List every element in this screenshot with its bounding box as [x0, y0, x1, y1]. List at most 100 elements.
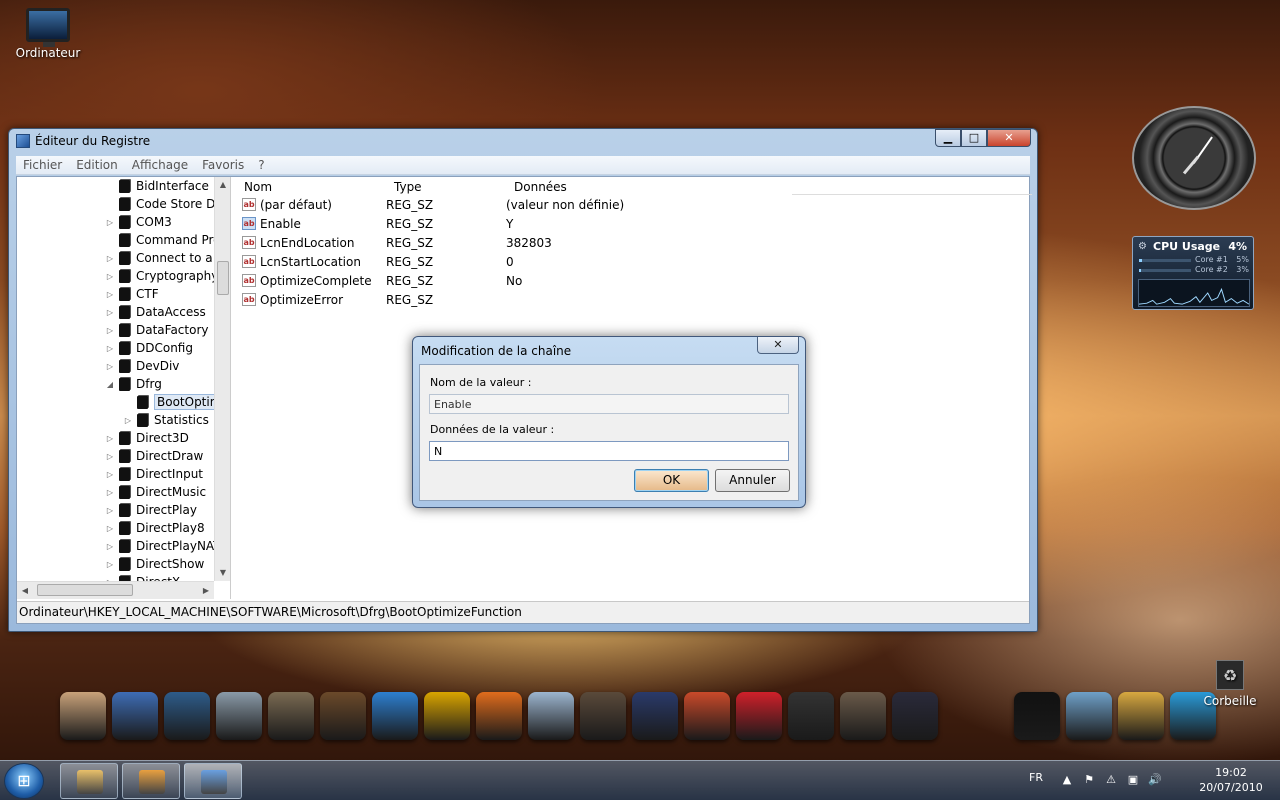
cat-app-icon[interactable]	[60, 692, 106, 740]
start-button[interactable]: ⊞	[4, 763, 44, 799]
clock-gadget[interactable]	[1132, 106, 1256, 210]
shuttle-icon[interactable]	[528, 692, 574, 740]
scroll-thumb-horizontal[interactable]	[37, 584, 133, 596]
expand-arrow-icon[interactable]: ▷	[105, 362, 115, 371]
taskbar-clock[interactable]: 19:02 20/07/2010	[1190, 765, 1272, 795]
menu-help[interactable]: ?	[251, 156, 271, 174]
value-row[interactable]: ab Enable REG_SZ Y	[236, 214, 836, 233]
value-row[interactable]: ab OptimizeError REG_SZ	[236, 290, 836, 309]
tree-item[interactable]: ▷ DirectShow	[105, 555, 204, 573]
photoshop-icon[interactable]	[632, 692, 678, 740]
expand-arrow-icon[interactable]: ▷	[105, 542, 115, 551]
tree-vertical-scrollbar[interactable]: ▲ ▼	[214, 177, 230, 581]
tree-item[interactable]: ▷DirectX	[105, 573, 180, 581]
tree-item[interactable]: ◢ Dfrg	[105, 375, 162, 393]
game-icon[interactable]	[580, 692, 626, 740]
expand-arrow-icon[interactable]: ▷	[123, 416, 133, 425]
firefox-mail-icon[interactable]	[476, 692, 522, 740]
tree-item[interactable]: ▷ COM3	[105, 213, 172, 231]
expand-arrow-icon[interactable]: ▷	[105, 254, 115, 263]
tree-item[interactable]: ▷ Connect to a N	[105, 249, 214, 267]
value-data-input[interactable]: N	[429, 441, 789, 461]
menu-edition[interactable]: Edition	[69, 156, 125, 174]
expand-arrow-icon[interactable]: ▷	[105, 326, 115, 335]
close-button[interactable]: ✕	[987, 129, 1031, 147]
tree-item[interactable]: ▷ Cryptography	[105, 267, 214, 285]
tree-item[interactable]: ▷ DataAccess	[105, 303, 206, 321]
mule-icon[interactable]	[320, 692, 366, 740]
expand-arrow-icon[interactable]: ▷	[105, 560, 115, 569]
scroll-left-arrow-icon[interactable]: ◀	[17, 583, 33, 599]
expand-arrow-icon[interactable]: ▷	[105, 218, 115, 227]
value-row[interactable]: ab (par défaut) REG_SZ (valeur non définie)	[236, 195, 836, 214]
expand-arrow-icon[interactable]: ▷	[105, 344, 115, 353]
tree-item[interactable]: Command Pro	[105, 231, 214, 249]
tools-icon[interactable]	[1118, 692, 1164, 740]
warning-icon[interactable]: ⚠	[1104, 773, 1118, 786]
desktop-icon-computer[interactable]: Ordinateur	[8, 8, 88, 60]
file-cabinet-icon[interactable]	[112, 692, 158, 740]
expand-arrow-icon[interactable]: ▷	[105, 272, 115, 281]
volume-icon[interactable]: 🔊	[1148, 773, 1162, 786]
tree-horizontal-scrollbar[interactable]: ◀ ▶	[17, 581, 214, 599]
cancel-button[interactable]: Annuler	[715, 469, 790, 492]
expand-arrow-icon[interactable]: ▷	[105, 290, 115, 299]
tree-item[interactable]: ▷ DirectMusic	[105, 483, 206, 501]
tree-item[interactable]: ▷ DevDiv	[105, 357, 179, 375]
scroll-up-arrow-icon[interactable]: ▲	[215, 177, 230, 193]
ok-button[interactable]: OK	[634, 469, 709, 492]
cd-icon[interactable]	[840, 692, 886, 740]
tree-item[interactable]: ▷ Direct3D	[105, 429, 189, 447]
k-icon[interactable]	[424, 692, 470, 740]
expand-arrow-icon[interactable]: ▷	[105, 434, 115, 443]
maximize-button[interactable]: □	[961, 129, 987, 147]
cpu-usage-gadget[interactable]: ⚙ CPU Usage 4% Core #1 5% Core #2 3%	[1132, 236, 1254, 310]
action-center-flag-icon[interactable]: ⚑	[1082, 773, 1096, 786]
menu-affichage[interactable]: Affichage	[125, 156, 195, 174]
photo-camera-icon[interactable]	[268, 692, 314, 740]
scroll-thumb[interactable]	[217, 261, 229, 295]
taskbar-button-regedit[interactable]	[184, 763, 242, 799]
tree-item[interactable]: ▷ Statistics	[123, 411, 209, 429]
value-row[interactable]: ab OptimizeComplete REG_SZ No	[236, 271, 836, 290]
scroll-down-arrow-icon[interactable]: ▼	[215, 565, 230, 581]
tree-item[interactable]: ▷ DirectPlay8	[105, 519, 205, 537]
expand-arrow-icon[interactable]: ▷	[105, 308, 115, 317]
messenger-icon[interactable]	[372, 692, 418, 740]
expand-arrow-icon[interactable]: ▷	[105, 488, 115, 497]
r-icon[interactable]	[892, 692, 938, 740]
tree-item[interactable]: BootOptim	[123, 393, 214, 411]
column-header-type[interactable]: Type	[386, 177, 506, 195]
value-row[interactable]: ab LcnStartLocation REG_SZ 0	[236, 252, 836, 271]
tree-item[interactable]: Code Store Dat	[105, 195, 214, 213]
desktop-icon-recycle-bin[interactable]: ♻ Corbeille	[1200, 660, 1260, 708]
media-player-icon[interactable]	[164, 692, 210, 740]
expand-arrow-icon[interactable]: ▷	[105, 524, 115, 533]
shield-icon[interactable]	[216, 692, 262, 740]
taskbar-button-explorer[interactable]	[60, 763, 118, 799]
show-hidden-icons-icon[interactable]: ▲	[1060, 773, 1074, 786]
language-indicator[interactable]: FR	[1029, 771, 1043, 784]
tree-item[interactable]: ▷ DDConfig	[105, 339, 193, 357]
menu-favoris[interactable]: Favoris	[195, 156, 251, 174]
minimize-button[interactable]: ▁	[935, 129, 961, 147]
network-icon[interactable]: ▣	[1126, 773, 1140, 786]
expand-arrow-icon[interactable]: ▷	[105, 452, 115, 461]
taskbar-button-media-player[interactable]	[122, 763, 180, 799]
expand-arrow-icon[interactable]: ▷	[105, 470, 115, 479]
tree-item[interactable]: BidInterface	[105, 177, 209, 195]
value-row[interactable]: ab LcnEndLocation REG_SZ 382803	[236, 233, 836, 252]
expand-arrow-icon[interactable]: ▷	[105, 506, 115, 515]
scroll-right-arrow-icon[interactable]: ▶	[198, 583, 214, 599]
tree-item[interactable]: ▷ DirectPlayNAT	[105, 537, 214, 555]
column-header-name[interactable]: Nom	[236, 177, 386, 195]
avira-icon[interactable]	[736, 692, 782, 740]
ccleaner-icon[interactable]	[788, 692, 834, 740]
dialog-close-button[interactable]: ✕	[757, 337, 799, 354]
notepad-icon[interactable]	[1066, 692, 1112, 740]
tree-item[interactable]: ▷ DataFactory	[105, 321, 209, 339]
tree-item[interactable]: ▷ DirectDraw	[105, 447, 203, 465]
chrome-icon[interactable]	[684, 692, 730, 740]
tree-item[interactable]: ▷ DirectPlay	[105, 501, 197, 519]
menu-fichier[interactable]: Fichier	[16, 156, 69, 174]
